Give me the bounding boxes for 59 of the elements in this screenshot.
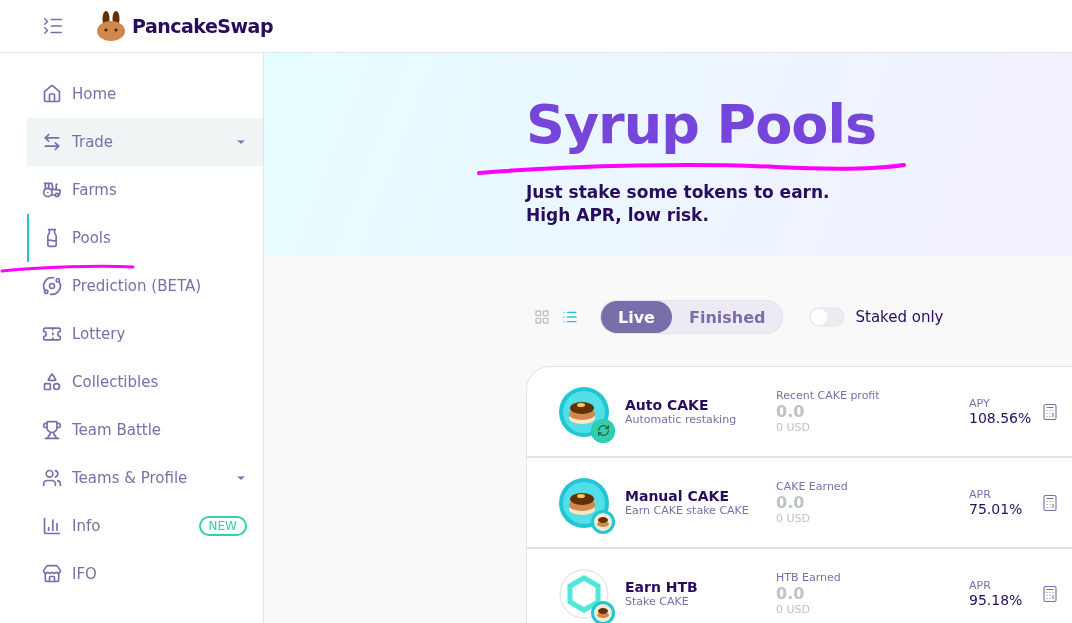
subtitle-text: High APR, low risk. [526,204,710,227]
earned-usd: 0 USD [776,603,811,616]
earned-label: CAKE Earned [776,480,849,493]
earned-label: HTB Earned [776,571,842,584]
sidebar-item[interactable]: IFO [27,550,263,598]
sidebar-item[interactable]: Home [27,70,263,118]
rate-label: APR [969,579,992,592]
subtitle-text: Just stake some tokens to earn. [526,181,831,204]
pool-subtitle: Earn CAKE stake CAKE [625,504,750,517]
earned-amount: 0.0 [776,493,806,512]
shapes-icon [42,372,62,392]
pancake-token-icon [559,386,609,437]
sidebar-item[interactable]: Lottery [27,310,263,358]
rate-label: APY [969,397,991,410]
sidebar-item[interactable]: Team Battle [27,406,263,454]
sidebar-item[interactable]: Pools [27,214,263,262]
trophy-icon [42,420,62,440]
tractor-icon [42,180,62,200]
sidebar-item[interactable]: Teams & Profile [27,454,263,502]
pool-name: Earn HTB [625,579,699,595]
rate-value: 75.01% [969,501,1024,517]
calculator-button[interactable] [1041,493,1059,512]
bar-chart-icon [42,516,62,536]
rate-value: 108.56% [969,410,1033,426]
orbit-icon [42,276,62,296]
sidebar-item[interactable]: Trade [27,118,263,166]
filter-tab[interactable]: Finished [671,301,783,333]
earned-amount: 0.0 [776,584,806,603]
sidebar-item[interactable]: Farms [27,166,263,214]
calculator-button[interactable] [1041,402,1059,421]
home-icon [42,84,62,104]
pool-name: Auto CAKE [625,397,710,413]
pancake-badge-icon [591,600,615,623]
pool-subtitle: Stake CAKE [625,595,690,608]
logo-text[interactable]: PancakeSwap [132,15,274,37]
sidebar-item[interactable]: Collectibles [27,358,263,406]
ticket-icon [42,324,62,344]
new-badge: NEW [198,516,247,536]
bunny-logo-icon [96,11,126,41]
staked-only-label: Staked only [855,308,944,326]
store-icon [42,564,62,584]
earned-label: Recent CAKE profit [776,389,881,402]
earned-usd: 0 USD [776,421,811,434]
rate-label: APR [969,488,992,501]
sidebar-item[interactable]: Prediction (BETA) [27,262,263,310]
menu-icon[interactable] [42,15,64,37]
refresh-badge-icon [591,418,615,443]
pool-subtitle: Automatic restaking [625,413,738,426]
pool-name: Manual CAKE [625,488,730,504]
arrows-icon [42,132,62,152]
sidebar-item[interactable]: Info NEW [27,502,263,550]
filter-tab[interactable]: Live [601,301,672,333]
rate-value: 95.18% [969,592,1024,608]
pancake-badge-icon [591,509,615,534]
earned-amount: 0.0 [776,402,806,421]
calculator-button[interactable] [1041,584,1059,603]
users-icon [42,468,62,488]
page-title: Syrup Pools [526,92,878,158]
earned-usd: 0 USD [776,512,811,525]
